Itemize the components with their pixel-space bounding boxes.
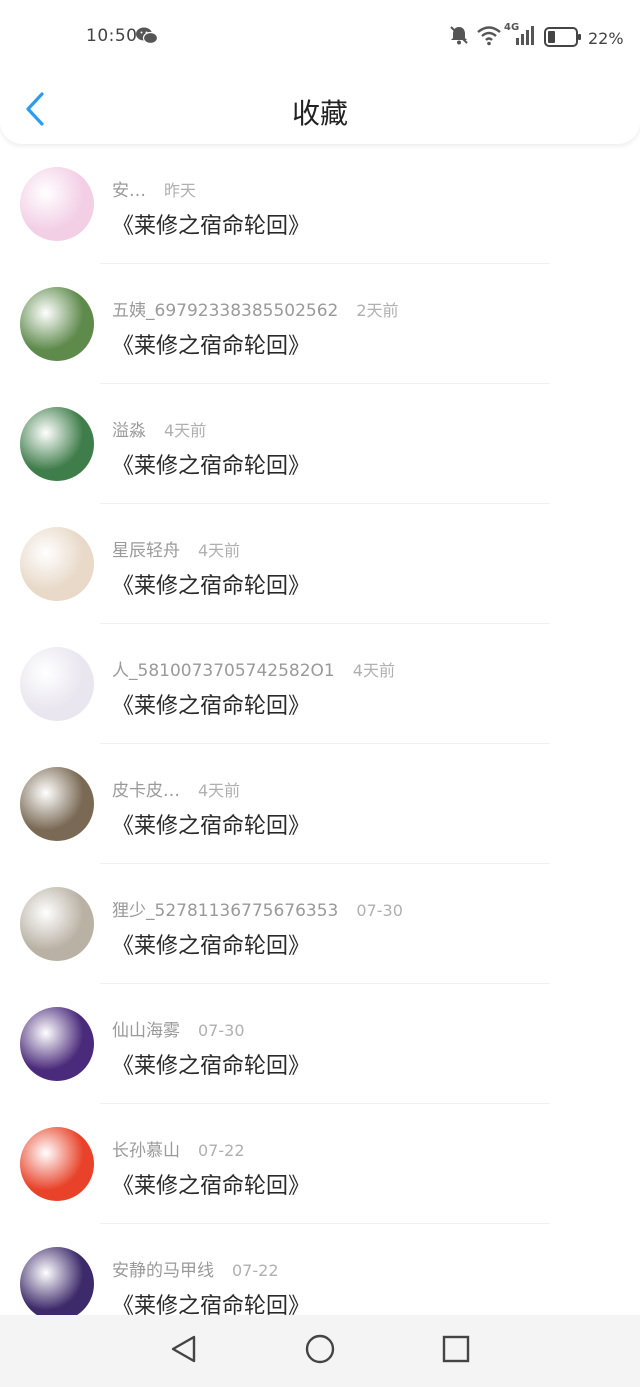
list-item[interactable]: 皮卡皮… 4天前 《莱修之宿命轮回》: [0, 744, 640, 864]
book-title: 《莱修之宿命轮回》: [112, 934, 311, 959]
user-name: 五姨_69792338385502562: [112, 301, 339, 321]
item-time: 2天前: [356, 301, 399, 320]
list-item[interactable]: 星辰轻舟 4天前 《莱修之宿命轮回》: [0, 504, 640, 624]
item-meta: 溢淼 4天前: [112, 416, 206, 441]
wifi-icon: [476, 24, 502, 50]
item-time: 4天前: [198, 541, 241, 560]
user-name: 安…: [112, 181, 146, 201]
item-time: 4天前: [198, 781, 241, 800]
book-title: 《莱修之宿命轮回》: [112, 574, 311, 599]
list-item[interactable]: 安… 昨天 《莱修之宿命轮回》: [0, 144, 640, 264]
item-meta: 仙山海雾 07-30: [112, 1016, 245, 1041]
item-time: 昨天: [164, 181, 197, 200]
avatar[interactable]: [20, 767, 94, 841]
user-name: 安静的马甲线: [112, 1261, 214, 1281]
item-time: 07-22: [198, 1141, 245, 1160]
mute-icon: [448, 24, 470, 50]
item-meta: 星辰轻舟 4天前: [112, 536, 240, 561]
user-name: 仙山海雾: [112, 1021, 180, 1041]
avatar[interactable]: [20, 887, 94, 961]
user-name: 长孙慕山: [112, 1141, 180, 1161]
item-meta: 人_5810073705742582O1 4天前: [112, 656, 395, 681]
book-title: 《莱修之宿命轮回》: [112, 1174, 311, 1199]
favorites-list: 安… 昨天 《莱修之宿命轮回》 五姨_69792338385502562 2天前 《…: [0, 144, 640, 1344]
item-time: 4天前: [352, 661, 395, 680]
user-name: 星辰轻舟: [112, 541, 180, 561]
user-name: 人_5810073705742582O1: [112, 661, 335, 681]
wechat-icon: [136, 26, 159, 50]
item-time: 07-22: [232, 1261, 279, 1280]
book-title: 《莱修之宿命轮回》: [112, 694, 311, 719]
avatar[interactable]: [20, 647, 94, 721]
page-title: 收藏: [291, 97, 348, 130]
item-meta: 皮卡皮… 4天前: [112, 776, 240, 801]
item-meta: 五姨_69792338385502562 2天前: [112, 296, 399, 321]
avatar[interactable]: [20, 287, 94, 361]
book-title: 《莱修之宿命轮回》: [112, 334, 311, 359]
status-time: 10:50: [86, 26, 138, 46]
list-item[interactable]: 狸少_52781136775676353 07-30 《莱修之宿命轮回》: [0, 864, 640, 984]
status-bar: 10:50 4G 22%: [0, 0, 640, 72]
item-time: 07-30: [356, 901, 403, 920]
item-time: 4天前: [164, 421, 207, 440]
battery-icon: [544, 26, 582, 52]
signal-icon: [514, 24, 536, 50]
item-meta: 狸少_52781136775676353 07-30: [112, 896, 403, 921]
book-title: 《莱修之宿命轮回》: [112, 454, 311, 479]
item-meta: 长孙慕山 07-22: [112, 1136, 245, 1161]
book-title: 《莱修之宿命轮回》: [112, 1054, 311, 1079]
nav-home-icon[interactable]: [304, 1333, 336, 1369]
item-time: 07-30: [198, 1021, 245, 1040]
user-name: 狸少_52781136775676353: [112, 901, 339, 921]
avatar[interactable]: [20, 1007, 94, 1081]
user-name: 溢淼: [112, 421, 146, 441]
nav-back-icon[interactable]: [168, 1333, 200, 1369]
list-item[interactable]: 仙山海雾 07-30 《莱修之宿命轮回》: [0, 984, 640, 1104]
item-meta: 安静的马甲线 07-22: [112, 1256, 279, 1281]
list-item[interactable]: 人_5810073705742582O1 4天前 《莱修之宿命轮回》: [0, 624, 640, 744]
book-title: 《莱修之宿命轮回》: [112, 814, 311, 839]
battery-level: 22%: [588, 29, 624, 48]
avatar[interactable]: [20, 527, 94, 601]
user-name: 皮卡皮…: [112, 781, 180, 801]
item-meta: 安… 昨天: [112, 176, 196, 201]
avatar[interactable]: [20, 167, 94, 241]
avatar[interactable]: [20, 1247, 94, 1321]
system-nav-bar: [0, 1315, 640, 1387]
top-bar: 10:50 4G 22% 收藏: [0, 0, 640, 144]
list-item[interactable]: 溢淼 4天前 《莱修之宿命轮回》: [0, 384, 640, 504]
avatar[interactable]: [20, 407, 94, 481]
book-title: 《莱修之宿命轮回》: [112, 214, 311, 239]
avatar[interactable]: [20, 1127, 94, 1201]
list-item[interactable]: 五姨_69792338385502562 2天前 《莱修之宿命轮回》: [0, 264, 640, 384]
list-item[interactable]: 长孙慕山 07-22 《莱修之宿命轮回》: [0, 1104, 640, 1224]
nav-recents-icon[interactable]: [440, 1333, 472, 1369]
